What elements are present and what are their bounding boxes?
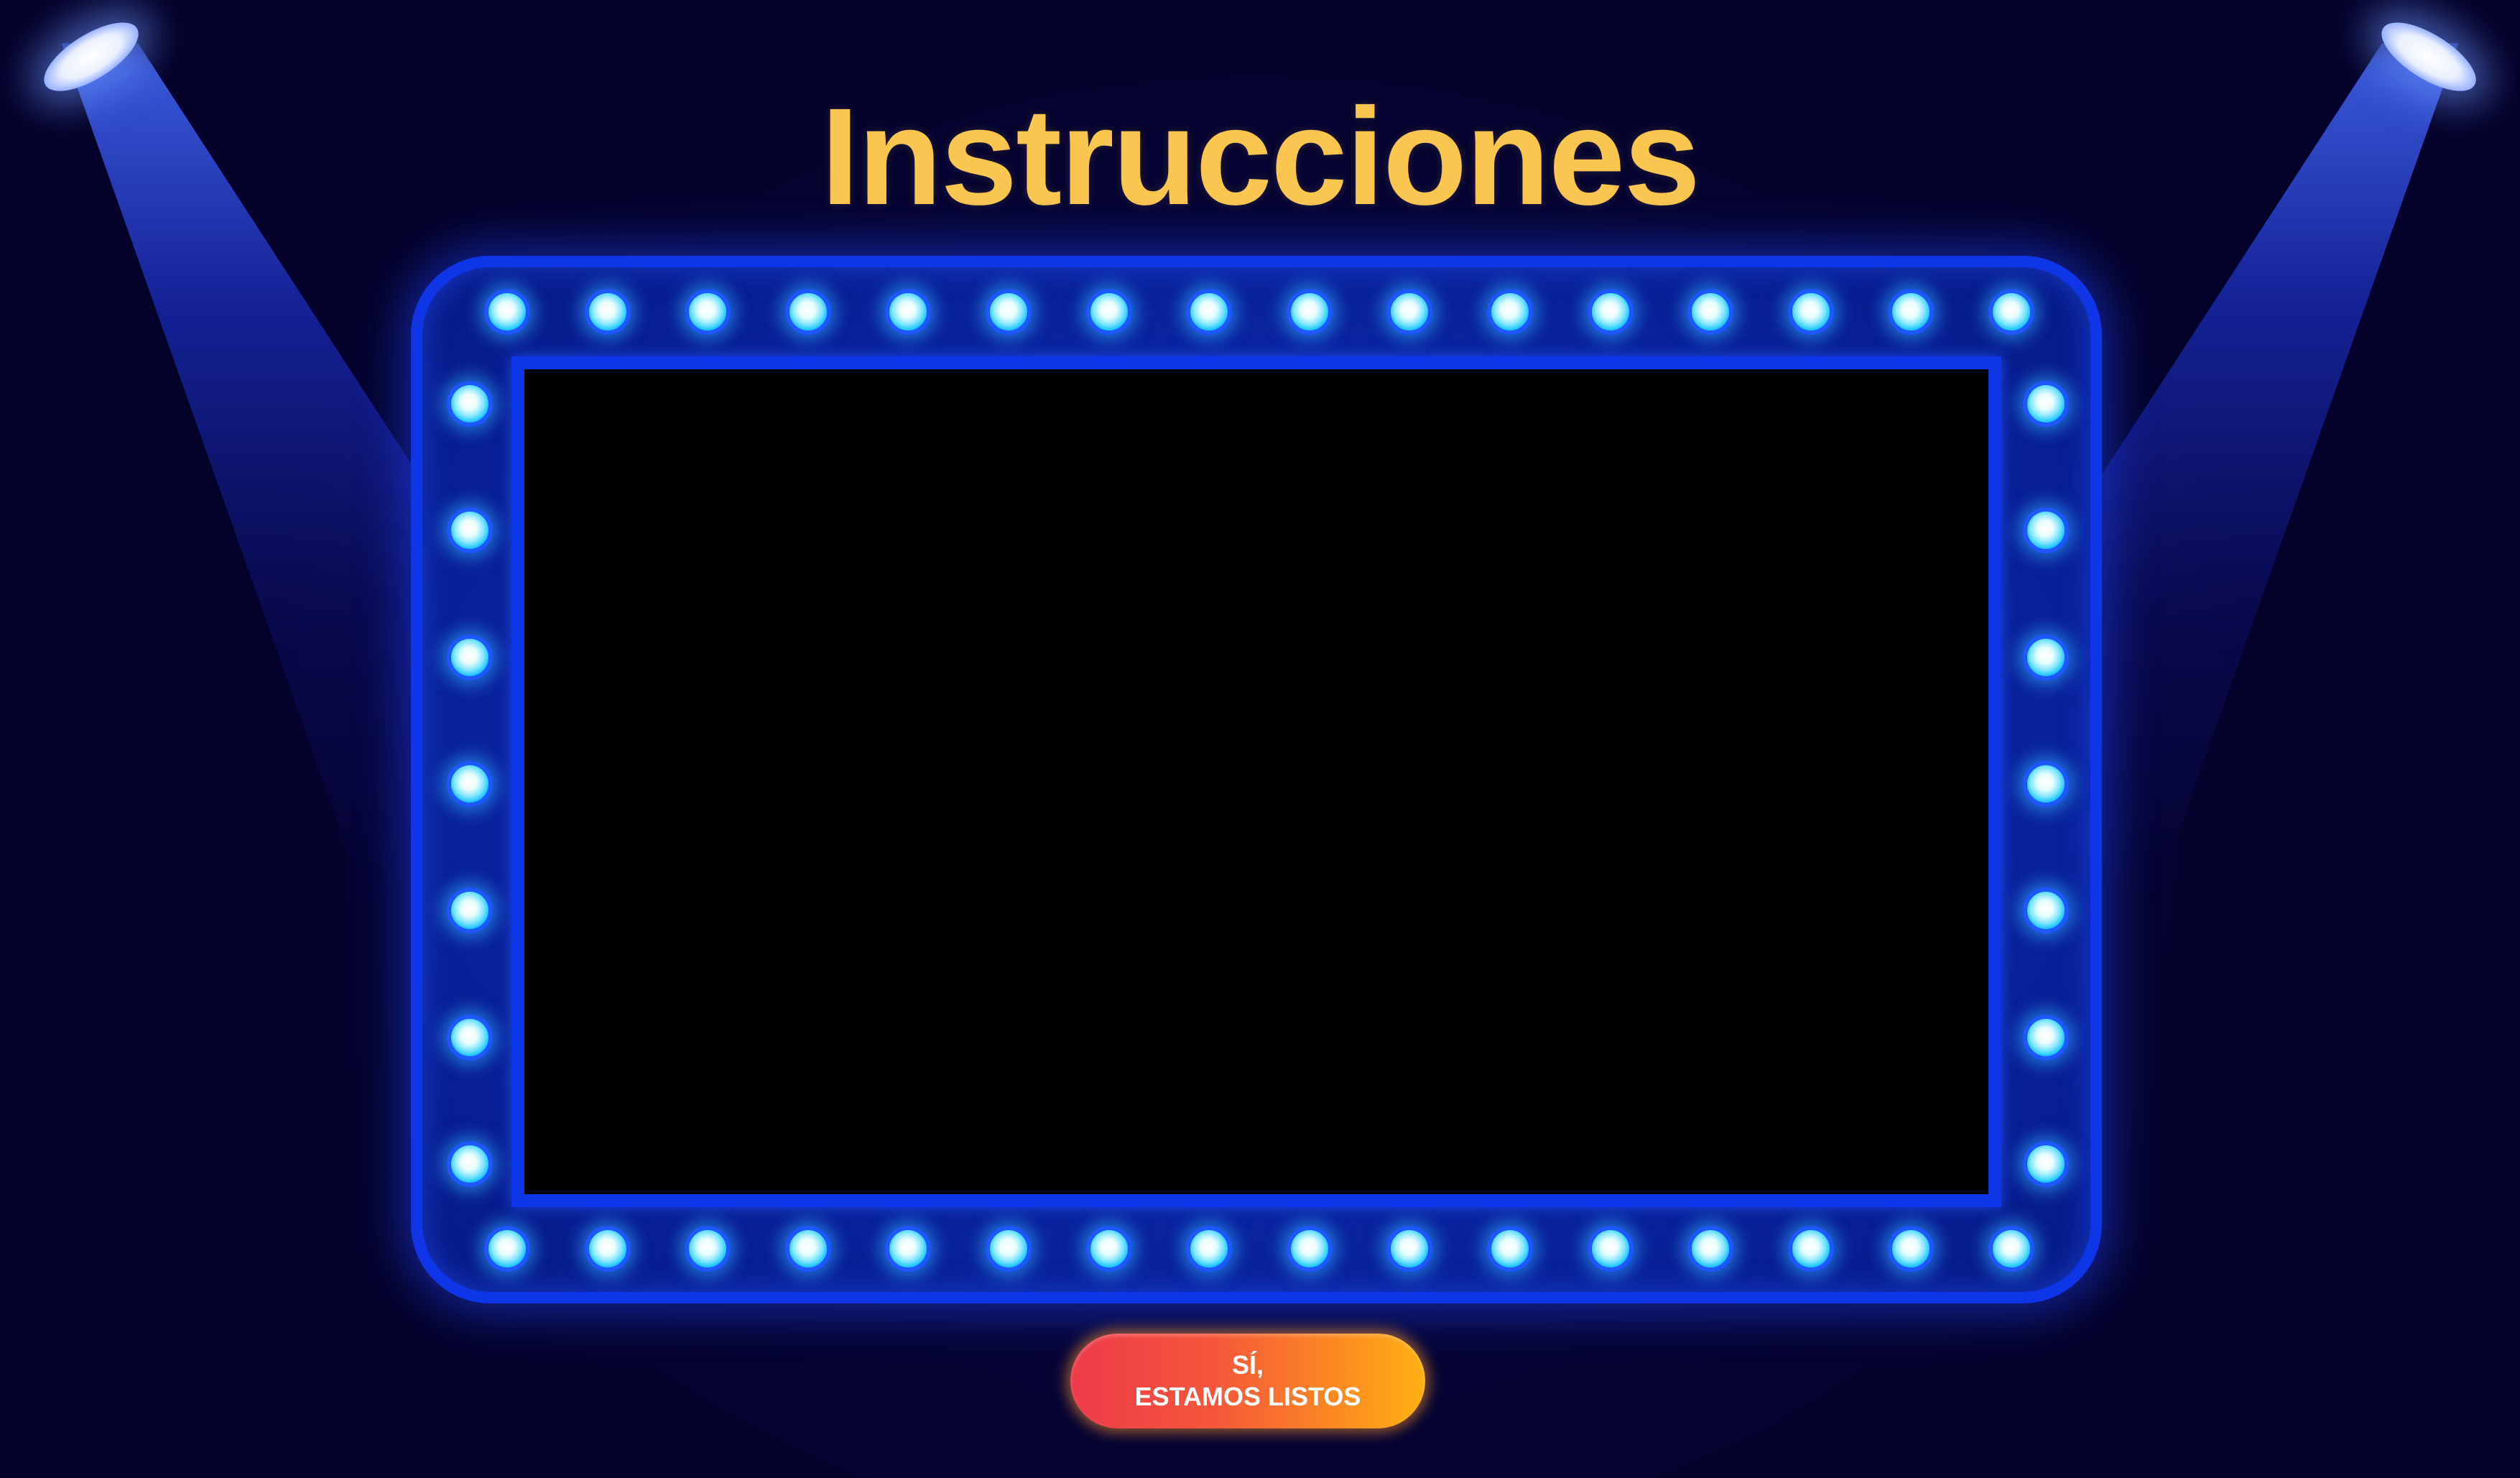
bulb-icon bbox=[1787, 1226, 1834, 1272]
ready-button-line-2: ESTAMOS LISTOS bbox=[1134, 1382, 1361, 1411]
bulb-icon bbox=[986, 289, 1032, 335]
bulb-icon bbox=[885, 289, 932, 335]
bulb-icon bbox=[2023, 634, 2069, 680]
bulb-icon bbox=[447, 887, 493, 934]
bulb-icon bbox=[1386, 1226, 1433, 1272]
page-title: Instrucciones bbox=[820, 79, 1700, 234]
bulb-icon bbox=[1286, 289, 1333, 335]
ready-button[interactable]: SÍ, ESTAMOS LISTOS bbox=[1070, 1334, 1425, 1428]
bulb-icon bbox=[447, 1141, 493, 1187]
bulb-icon bbox=[1988, 1226, 2034, 1272]
bulb-icon bbox=[1085, 289, 1132, 335]
bulb-icon bbox=[885, 1226, 932, 1272]
bulb-icon bbox=[2023, 1014, 2069, 1061]
bulb-icon bbox=[784, 1226, 831, 1272]
bulb-icon bbox=[1487, 1226, 1533, 1272]
bulb-icon bbox=[1587, 289, 1634, 335]
bulb-icon bbox=[2023, 761, 2069, 807]
bulb-icon bbox=[685, 1226, 731, 1272]
bulb-icon bbox=[484, 289, 530, 335]
bulb-icon bbox=[2023, 381, 2069, 427]
game-scene: Instrucciones SÍ, ESTAMOS LISTOS bbox=[0, 0, 2520, 1478]
bulb-icon bbox=[784, 289, 831, 335]
bulb-icon bbox=[1587, 1226, 1634, 1272]
bulb-icon bbox=[1888, 1226, 1935, 1272]
bulb-icon bbox=[1386, 289, 1433, 335]
bulb-icon bbox=[1085, 1226, 1132, 1272]
bulb-icon bbox=[2023, 507, 2069, 554]
bulb-icon bbox=[1787, 289, 1834, 335]
bulb-icon bbox=[685, 289, 731, 335]
bulb-icon bbox=[1286, 1226, 1333, 1272]
bulb-icon bbox=[1487, 289, 1533, 335]
bulb-icon bbox=[1687, 289, 1734, 335]
bulb-icon bbox=[986, 1226, 1032, 1272]
bulb-icon bbox=[2023, 887, 2069, 934]
bulb-icon bbox=[447, 1014, 493, 1061]
bulb-icon bbox=[584, 289, 631, 335]
instructions-screen bbox=[511, 356, 2001, 1207]
bulb-icon bbox=[447, 634, 493, 680]
bulb-icon bbox=[1888, 289, 1935, 335]
ready-button-line-1: SÍ, bbox=[1231, 1350, 1264, 1380]
bulb-icon bbox=[447, 507, 493, 554]
bulb-icon bbox=[447, 761, 493, 807]
bulb-icon bbox=[1186, 289, 1233, 335]
bulb-icon bbox=[584, 1226, 631, 1272]
bulb-icon bbox=[1186, 1226, 1233, 1272]
bulb-icon bbox=[2023, 1141, 2069, 1187]
bulb-icon bbox=[447, 381, 493, 427]
bulb-icon bbox=[1687, 1226, 1734, 1272]
bulb-icon bbox=[1988, 289, 2034, 335]
bulb-icon bbox=[484, 1226, 530, 1272]
